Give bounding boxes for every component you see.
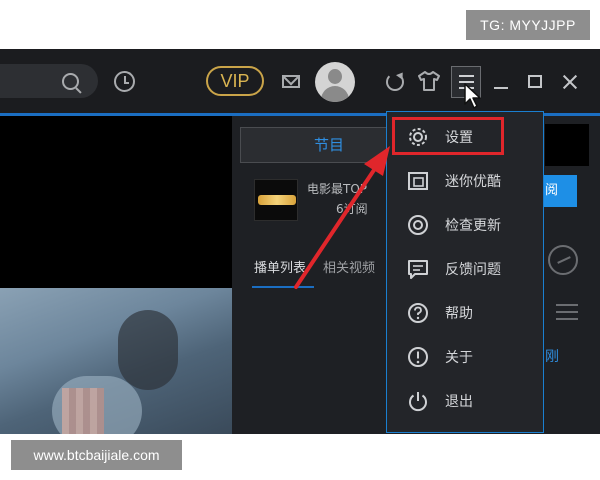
program-logo[interactable] — [254, 179, 298, 221]
program-subscriber-count: 6订阅 — [336, 202, 368, 216]
tab-playlist[interactable]: 播单列表 — [254, 257, 306, 276]
menu-item-label: 退出 — [445, 394, 473, 410]
vip-button[interactable]: VIP — [206, 66, 264, 96]
menu-item-label: 帮助 — [445, 306, 473, 322]
close-icon[interactable] — [561, 73, 579, 91]
menu-item-about[interactable]: 关于 — [387, 338, 543, 376]
mail-icon[interactable] — [282, 75, 300, 88]
hamburger-menu-icon — [459, 75, 474, 77]
skin-shirt-icon[interactable] — [418, 71, 440, 91]
share-icon[interactable] — [548, 245, 578, 275]
menu-item-feedback[interactable]: 反馈问题 — [387, 250, 543, 288]
search-input[interactable] — [0, 64, 98, 98]
feedback-icon — [408, 260, 428, 279]
power-icon — [409, 392, 427, 412]
mini-player-icon — [408, 172, 428, 190]
menu-item-exit[interactable]: 退出 — [387, 382, 543, 420]
refresh-icon[interactable] — [386, 73, 404, 91]
update-check-icon — [408, 215, 428, 235]
watermark-bottom: www.btcbaijiale.com — [11, 440, 182, 470]
menu-item-label: 关于 — [445, 350, 473, 366]
mouse-cursor-icon — [464, 83, 481, 109]
channel-logo-icon — [258, 195, 296, 205]
side-list-label: 刚 — [545, 349, 559, 365]
video-player[interactable] — [0, 116, 232, 288]
menu-item-mini-player[interactable]: 迷你优酷 — [387, 162, 543, 200]
help-icon — [408, 303, 428, 323]
search-icon[interactable] — [62, 73, 79, 90]
subscribe-button[interactable]: 阅 — [543, 175, 577, 207]
main-dropdown-menu: 设置 迷你优酷 检查更新 反馈问题 帮助 关于 退出 — [386, 111, 544, 433]
tab-programs-label: 节目 — [313, 136, 344, 154]
menu-item-check-update[interactable]: 检查更新 — [387, 206, 543, 244]
menu-item-label: 迷你优酷 — [445, 174, 501, 190]
maximize-icon[interactable] — [528, 75, 542, 88]
menu-item-help[interactable]: 帮助 — [387, 294, 543, 332]
settings-highlight-box — [392, 117, 504, 155]
program-title[interactable]: 电影最TOP — [307, 180, 397, 197]
sort-list-icon[interactable] — [556, 304, 578, 320]
video-thumbnail[interactable] — [0, 288, 232, 434]
menu-item-label: 检查更新 — [445, 218, 501, 234]
user-avatar[interactable] — [315, 62, 355, 102]
watermark-top: TG: MYYJJPP — [466, 10, 590, 40]
menu-item-label: 反馈问题 — [445, 262, 501, 278]
history-clock-icon[interactable] — [114, 71, 135, 92]
tab-related-videos[interactable]: 相关视频 — [323, 257, 385, 276]
panel-preview-box — [545, 124, 589, 166]
info-icon — [408, 347, 428, 367]
minimize-icon[interactable] — [494, 87, 508, 89]
active-tab-underline — [252, 286, 314, 288]
